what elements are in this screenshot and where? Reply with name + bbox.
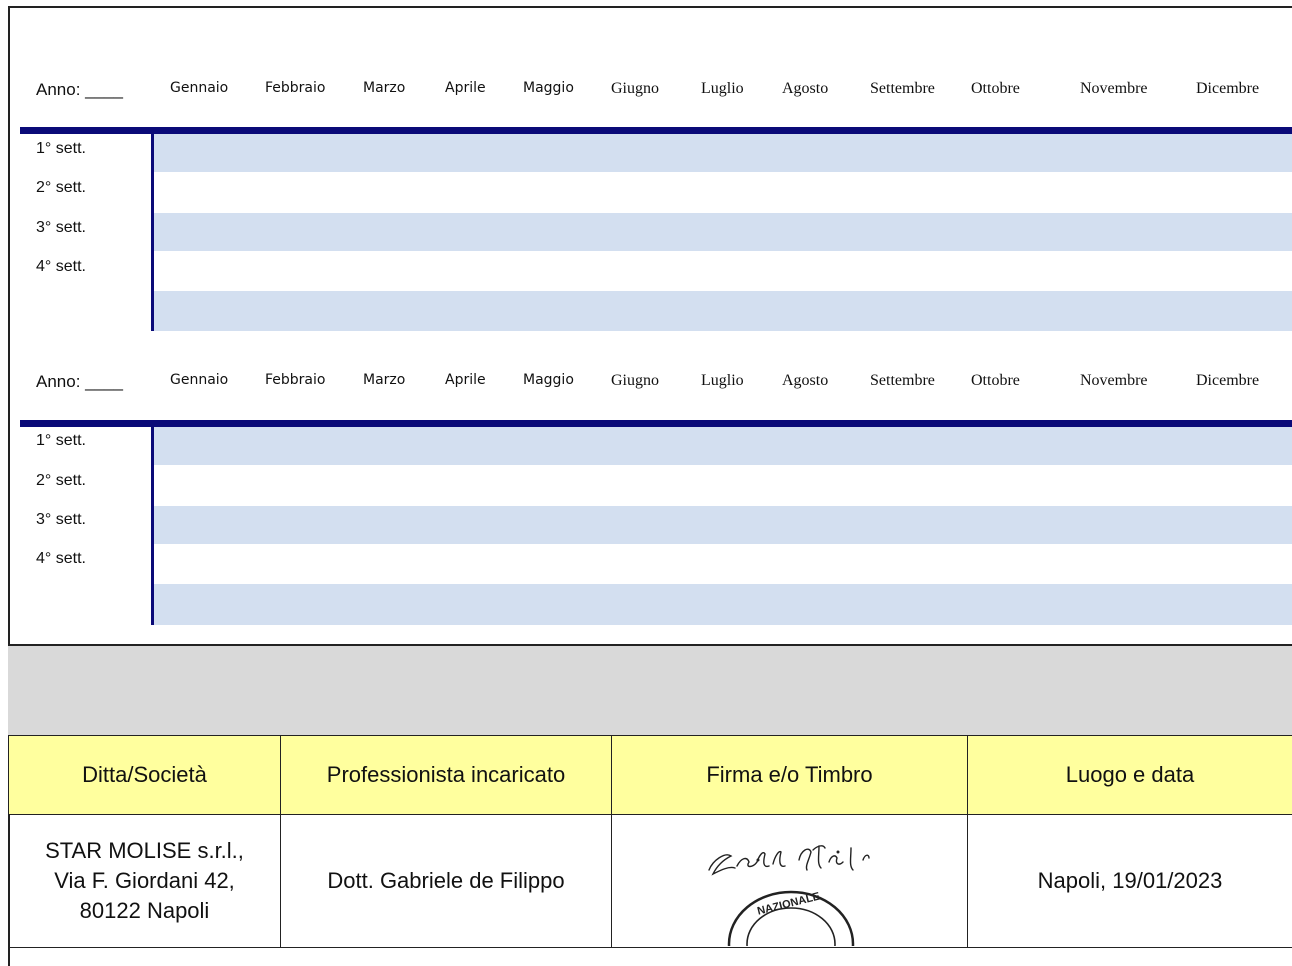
- week-label-2: 2° sett.: [36, 472, 86, 490]
- month-maggio: Maggio: [523, 372, 574, 388]
- month-ottobre: Ottobre: [971, 80, 1020, 98]
- header-professional: Professionista incaricato: [281, 736, 612, 815]
- week-stripe: [154, 427, 1292, 465]
- week-stripe: [154, 252, 1292, 290]
- months-header-row: Anno: ____ Gennaio Febbraio Marzo Aprile…: [20, 364, 1292, 394]
- company-cell: STAR MOLISE s.r.l., Via F. Giordani 42, …: [9, 815, 281, 948]
- company-line-3: 80122 Napoli: [10, 896, 279, 926]
- month-settembre: Settembre: [870, 80, 935, 98]
- month-febbraio: Febbraio: [265, 80, 325, 96]
- month-aprile: Aprile: [445, 80, 486, 96]
- month-novembre: Novembre: [1080, 80, 1148, 98]
- week-stripe: [154, 172, 1292, 210]
- month-agosto: Agosto: [782, 372, 828, 390]
- month-ottobre: Ottobre: [971, 372, 1020, 390]
- month-aprile: Aprile: [445, 372, 486, 388]
- week-label-3: 3° sett.: [36, 219, 86, 237]
- month-luglio: Luglio: [701, 372, 744, 390]
- week-stripe: [154, 584, 1292, 625]
- week-label-4: 4° sett.: [36, 550, 86, 568]
- signature-table: Ditta/Società Professionista incaricato …: [8, 735, 1292, 948]
- week-label-2: 2° sett.: [36, 179, 86, 197]
- week-label-4: 4° sett.: [36, 258, 86, 276]
- signature-data-row: STAR MOLISE s.r.l., Via F. Giordani 42, …: [9, 815, 1292, 948]
- month-febbraio: Febbraio: [265, 372, 325, 388]
- month-marzo: Marzo: [363, 372, 405, 388]
- year-label: Anno: ____: [36, 372, 123, 392]
- header-signature: Firma e/o Timbro: [612, 736, 968, 815]
- professional-cell: Dott. Gabriele de Filippo: [281, 815, 612, 948]
- week-stripe: [154, 506, 1292, 544]
- calendar-top-bar: [20, 420, 1292, 427]
- place-date-cell: Napoli, 19/01/2023: [968, 815, 1292, 948]
- month-dicembre: Dicembre: [1196, 372, 1259, 390]
- header-place-date: Luogo e data: [968, 736, 1292, 815]
- week-label-3: 3° sett.: [36, 511, 86, 529]
- week-stripe: [154, 545, 1292, 583]
- month-novembre: Novembre: [1080, 372, 1148, 390]
- month-gennaio: Gennaio: [170, 372, 228, 388]
- company-line-2: Via F. Giordani 42,: [10, 866, 279, 896]
- month-dicembre: Dicembre: [1196, 80, 1259, 98]
- month-agosto: Agosto: [782, 80, 828, 98]
- signature-header-row: Ditta/Società Professionista incaricato …: [9, 736, 1292, 815]
- handwritten-signature-icon: NAZIONALE: [613, 816, 966, 946]
- stamp-text: NAZIONALE: [756, 891, 821, 918]
- calendar-top-bar: [20, 127, 1292, 134]
- month-giugno: Giugno: [611, 372, 659, 390]
- month-luglio: Luglio: [701, 80, 744, 98]
- months-header-row: Anno: ____ Gennaio Febbraio Marzo Aprile…: [20, 72, 1292, 102]
- week-stripe: [154, 291, 1292, 331]
- month-maggio: Maggio: [523, 80, 574, 96]
- header-company: Ditta/Società: [9, 736, 281, 815]
- week-label-1: 1° sett.: [36, 140, 86, 158]
- week-stripe: [154, 213, 1292, 251]
- week-label-1: 1° sett.: [36, 432, 86, 450]
- year-label: Anno: ____: [36, 80, 123, 100]
- month-gennaio: Gennaio: [170, 80, 228, 96]
- company-line-1: STAR MOLISE s.r.l.,: [10, 836, 279, 866]
- month-marzo: Marzo: [363, 80, 405, 96]
- month-settembre: Settembre: [870, 372, 935, 390]
- signature-stamp: NAZIONALE: [613, 816, 966, 946]
- month-giugno: Giugno: [611, 80, 659, 98]
- week-stripe: [154, 134, 1292, 172]
- week-stripe: [154, 466, 1292, 504]
- signature-cell: NAZIONALE: [612, 815, 968, 948]
- gray-band: [8, 644, 1292, 735]
